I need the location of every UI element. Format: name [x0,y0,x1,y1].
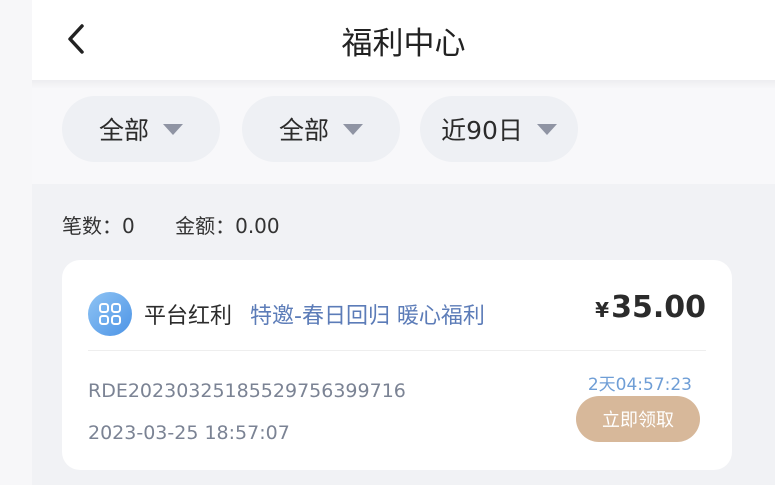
page-title: 福利中心 [341,26,466,62]
header-divider [32,80,775,88]
filter-status[interactable]: 全部 [242,96,400,162]
summary: 笔数：0 金额：0.00 [62,210,314,239]
filter-status-label: 全部 [278,116,329,145]
currency-symbol: ¥ [595,298,610,322]
filter-bar: 全部 全部 近90日 [32,88,775,184]
reward-category: 平台红利 [144,304,233,329]
card-divider [88,350,706,351]
reward-amount: ¥35.00 [595,290,706,325]
caret-down-icon [163,123,183,135]
filter-date-range[interactable]: 近90日 [420,96,578,162]
reward-description: 特邀-春日回归 暖心福利 [250,304,485,329]
header: 福利中心 [32,0,775,80]
grid-apps-icon [88,292,132,336]
reward-card: 平台红利 特邀-春日回归 暖心福利 ¥35.00 RDE202303251855… [62,260,732,470]
filter-type-label: 全部 [98,116,149,145]
amount-value: 35.00 [611,290,706,325]
amount-summary: 金额：0.00 [175,214,280,238]
order-time: 2023-03-25 18:57:07 [88,422,290,444]
filter-type[interactable]: 全部 [62,96,220,162]
claim-button[interactable]: 立即领取 [576,396,700,442]
filter-date-label: 近90日 [441,116,523,145]
order-number: RDE20230325185529756399716 [88,380,406,402]
countdown-timer: 2天04:57:23 [587,375,692,395]
caret-down-icon [343,123,363,135]
records-area: 笔数：0 金额：0.00 平台红利 特邀-春日回归 暖心福利 ¥35.00 RD… [32,184,775,485]
caret-down-icon [536,123,557,135]
welfare-screen: 福利中心 全部 全部 近90日 笔数：0 金额：0.00 平台红利 特邀-春日回… [32,0,775,485]
count-summary: 笔数：0 [62,214,135,238]
